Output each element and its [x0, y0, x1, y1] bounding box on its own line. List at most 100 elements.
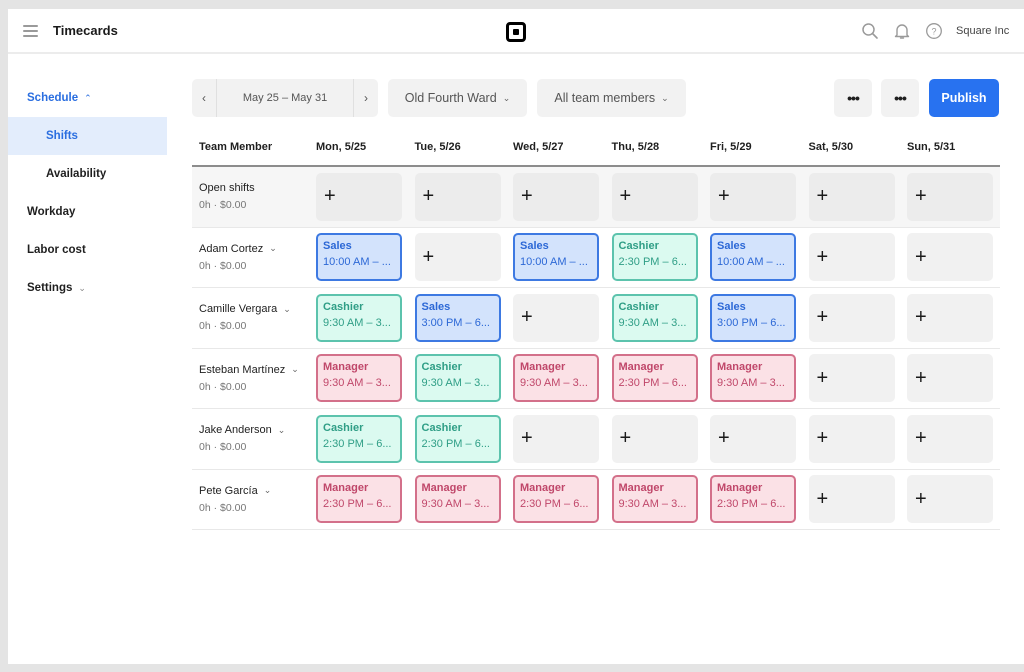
team-member-name[interactable]: Camille Vergara ⌄	[199, 303, 316, 315]
team-member-name[interactable]: Adam Cortez ⌄	[199, 243, 316, 255]
add-shift-button[interactable]: +	[710, 172, 796, 221]
shift-card-manager[interactable]: Manager 9:30 AM – 3...	[513, 354, 599, 403]
add-shift-button[interactable]: +	[907, 172, 993, 221]
shift-role: Sales	[717, 300, 746, 313]
shift-time: 9:30 AM – 3...	[618, 498, 687, 511]
more-options-button-2[interactable]: •••	[881, 79, 919, 117]
plus-icon: +	[816, 306, 829, 329]
bell-icon[interactable]	[893, 22, 911, 40]
shift-card-manager[interactable]: Manager 9:30 AM – 3...	[710, 354, 796, 403]
add-shift-button[interactable]: +	[414, 172, 501, 221]
add-shift-button[interactable]: +	[808, 233, 895, 282]
shift-card-sales[interactable]: Sales 3:00 PM – 6...	[710, 293, 796, 342]
chevron-down-icon[interactable]: ⌄	[264, 485, 272, 496]
add-shift-button[interactable]: +	[611, 172, 698, 221]
team-members-dropdown-label: All team members	[554, 91, 656, 105]
shift-card-sales[interactable]: Sales 3:00 PM – 6...	[414, 293, 501, 342]
chevron-down-icon[interactable]: ⌄	[269, 243, 277, 254]
shift-card-manager[interactable]: Manager 9:30 AM – 3...	[316, 354, 402, 403]
more-options-button[interactable]: •••	[834, 79, 872, 117]
shift-card-cashier[interactable]: Cashier 9:30 AM – 3...	[316, 293, 402, 342]
team-members-dropdown[interactable]: All team members ⌄	[537, 79, 686, 117]
team-member-name[interactable]: Jake Anderson ⌄	[199, 424, 316, 436]
team-member-cell: Pete García ⌄ 0h · $0.00	[192, 485, 316, 514]
add-shift-button[interactable]: +	[611, 414, 698, 463]
chevron-down-icon[interactable]: ⌄	[291, 364, 299, 375]
chevron-down-icon[interactable]: ⌄	[278, 425, 286, 436]
column-header-team-member: Team Member	[199, 141, 273, 153]
shift-card-sales[interactable]: Sales 10:00 AM – ...	[710, 233, 796, 282]
team-member-row: Camille Vergara ⌄ 0h · $0.00 Cashier 9:30 AM…	[192, 288, 1000, 349]
team-member-name[interactable]: Esteban Martínez ⌄	[199, 364, 316, 376]
shift-card-cashier[interactable]: Cashier 2:30 PM – 6...	[316, 414, 402, 463]
day-cell: Manager 9:30 AM – 3...	[316, 354, 415, 403]
shift-card-sales[interactable]: Sales 10:00 AM – ...	[316, 233, 402, 282]
date-range-label[interactable]: May 25 – May 31	[217, 92, 353, 104]
add-shift-button[interactable]: +	[907, 414, 993, 463]
publish-button[interactable]: Publish	[929, 79, 999, 117]
location-dropdown[interactable]: Old Fourth Ward ⌄	[388, 79, 527, 117]
search-icon[interactable]	[861, 22, 879, 40]
sidebar-item-workday[interactable]: Workday	[8, 193, 167, 231]
plus-icon: +	[521, 185, 533, 208]
day-cell: +	[808, 354, 908, 403]
add-shift-button[interactable]: +	[808, 172, 895, 221]
sidebar-item-labor-cost[interactable]: Labor cost	[8, 231, 167, 269]
shift-card-manager[interactable]: Manager 9:30 AM – 3...	[611, 475, 698, 524]
account-name[interactable]: Square Inc	[956, 25, 1009, 37]
add-shift-button[interactable]: +	[907, 233, 993, 282]
sidebar-item-shifts[interactable]: Shifts	[8, 117, 167, 155]
sidebar-item-settings[interactable]: Settings ⌄	[8, 269, 167, 307]
next-week-button[interactable]: ›	[353, 79, 378, 117]
day-cell: +	[513, 293, 612, 342]
shift-role: Manager	[618, 361, 664, 374]
shift-card-cashier[interactable]: Cashier 2:30 PM – 6...	[611, 233, 698, 282]
day-cell: Cashier 2:30 PM – 6...	[316, 414, 415, 463]
add-shift-button[interactable]: +	[907, 293, 993, 342]
add-shift-button[interactable]: +	[808, 354, 895, 403]
sidebar-item-availability[interactable]: Availability	[8, 155, 167, 193]
sidebar-item-label: Schedule	[27, 92, 79, 104]
shift-card-manager[interactable]: Manager 2:30 PM – 6...	[611, 354, 698, 403]
plus-icon: +	[718, 185, 730, 208]
shift-card-manager[interactable]: Manager 2:30 PM – 6...	[513, 475, 599, 524]
column-header-day: Fri, 5/29	[710, 141, 752, 153]
add-shift-button[interactable]: +	[907, 475, 993, 524]
shift-card-cashier[interactable]: Cashier 2:30 PM – 6...	[414, 414, 501, 463]
shift-card-cashier[interactable]: Cashier 9:30 AM – 3...	[611, 293, 698, 342]
day-cell: Cashier 2:30 PM – 6...	[611, 233, 711, 282]
location-dropdown-label: Old Fourth Ward	[404, 91, 497, 105]
square-logo-icon[interactable]	[506, 22, 526, 42]
day-cell: Cashier 9:30 AM – 3...	[611, 293, 711, 342]
date-range-navigator: ‹ May 25 – May 31 ›	[192, 79, 378, 117]
add-shift-button[interactable]: +	[513, 414, 599, 463]
day-cell: +	[907, 293, 1006, 342]
day-cell: +	[808, 414, 908, 463]
add-shift-button[interactable]: +	[513, 293, 599, 342]
hours-cost-summary: 0h · $0.00	[199, 259, 247, 272]
add-shift-button[interactable]: +	[710, 414, 796, 463]
team-member-name[interactable]: Pete García ⌄	[199, 485, 316, 497]
shift-card-manager[interactable]: Manager 2:30 PM – 6...	[316, 475, 402, 524]
shift-card-manager[interactable]: Manager 9:30 AM – 3...	[414, 475, 501, 524]
help-icon[interactable]: ?	[925, 22, 943, 40]
add-shift-button[interactable]: +	[907, 354, 993, 403]
menu-icon[interactable]	[23, 25, 38, 37]
shift-card-cashier[interactable]: Cashier 9:30 AM – 3...	[414, 354, 501, 403]
add-shift-button[interactable]: +	[808, 475, 895, 524]
team-member-name-label: Camille Vergara	[199, 303, 278, 316]
add-shift-button[interactable]: +	[513, 172, 599, 221]
shift-card-manager[interactable]: Manager 2:30 PM – 6...	[710, 475, 796, 524]
add-shift-button[interactable]: +	[808, 414, 895, 463]
schedule-grid: Team Member Mon, 5/25 Tue, 5/26 Wed, 5/27 Th…	[192, 129, 1000, 530]
chevron-down-icon[interactable]: ⌄	[283, 304, 291, 315]
shift-card-sales[interactable]: Sales 10:00 AM – ...	[513, 233, 599, 282]
team-member-cell: Adam Cortez ⌄ 0h · $0.00	[192, 243, 316, 272]
day-cell: Manager 2:30 PM – 6...	[611, 354, 711, 403]
plus-icon: +	[521, 427, 533, 450]
add-shift-button[interactable]: +	[414, 233, 501, 282]
sidebar-item-schedule[interactable]: Schedule ⌃	[8, 79, 167, 117]
previous-week-button[interactable]: ‹	[192, 79, 217, 117]
add-shift-button[interactable]: +	[808, 293, 895, 342]
add-shift-button[interactable]: +	[316, 172, 402, 221]
